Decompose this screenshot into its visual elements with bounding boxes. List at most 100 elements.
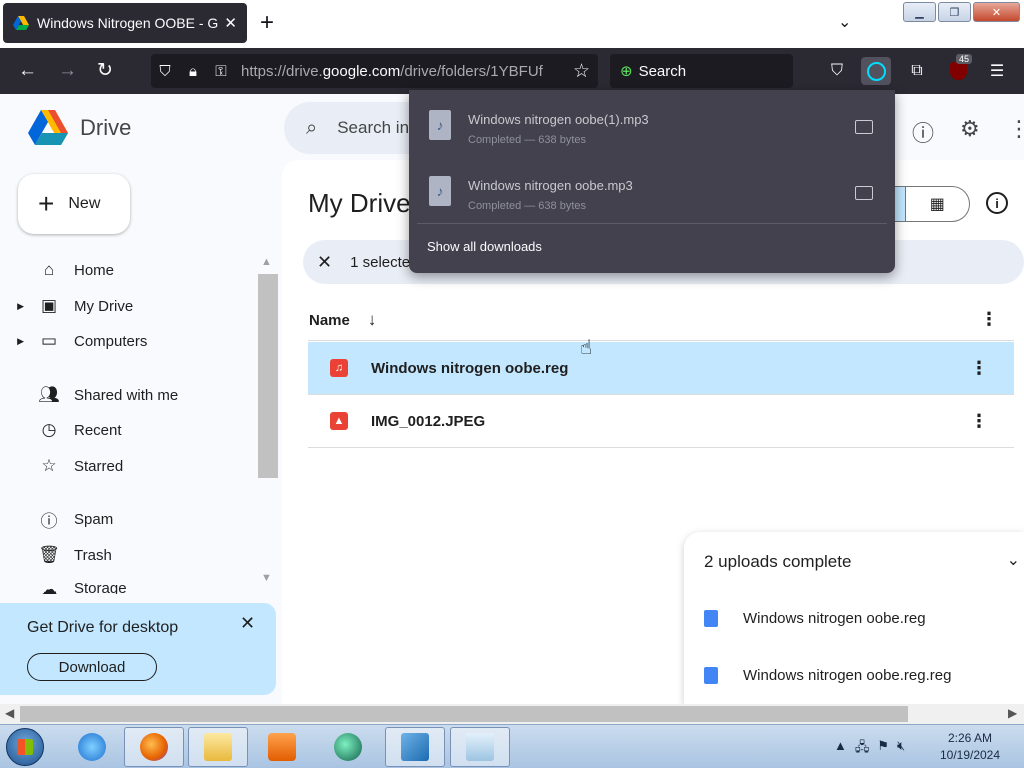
row-more-actions-icon[interactable]: ⋮ <box>970 411 988 432</box>
sidebar-item-shared-with-me[interactable]: 👥︎ Shared with me <box>0 379 250 411</box>
ublock-origin-button[interactable]: 45 <box>943 54 973 85</box>
url-text[interactable]: https://drive.google.com/drive/folders/1… <box>241 63 547 80</box>
network-icon[interactable]: 🖧︎ <box>855 738 870 760</box>
view-details-info-icon[interactable]: i <box>986 192 1008 214</box>
clock-date: 10/19/2024 <box>939 748 1001 762</box>
horizontal-scrollbar[interactable]: ◀ ▶ <box>0 704 1024 724</box>
sidebar-item-starred[interactable]: ☆ Starred <box>0 450 250 482</box>
show-all-downloads-link[interactable]: Show all downloads <box>427 239 542 254</box>
sidebar-item-label: Spam <box>74 510 114 528</box>
sidebar-item-my-drive[interactable]: ▶ ▣ My Drive <box>0 290 250 322</box>
settings-gear-icon[interactable]: ⚙ <box>960 116 980 142</box>
sidebar-scroll-up-icon[interactable]: ▲ <box>261 256 272 268</box>
download-item[interactable]: ♪ Windows nitrogen oobe(1).mp3 Completed… <box>409 94 895 156</box>
promo-close-icon[interactable]: ✕ <box>240 613 255 634</box>
scroll-left-icon[interactable]: ◀ <box>5 706 14 720</box>
expand-caret-icon[interactable]: ▶ <box>0 336 28 347</box>
minimize-button[interactable]: ▁ <box>903 2 936 22</box>
expand-caret-icon[interactable]: ▶ <box>0 301 28 312</box>
sort-arrow-down-icon[interactable]: ↓ <box>368 310 377 330</box>
column-header-name[interactable]: Name ↓ <box>309 310 376 330</box>
downloads-divider <box>417 223 887 224</box>
browser-search-bar[interactable]: ⊕ Search <box>610 54 793 88</box>
downloads-panel: ♪ Windows nitrogen oobe(1).mp3 Completed… <box>409 90 895 273</box>
download-button[interactable]: Download <box>27 653 157 681</box>
tab-drive[interactable]: Windows Nitrogen OOBE - Goo ✕ <box>3 3 247 43</box>
show-in-folder-icon[interactable] <box>855 186 873 200</box>
grid-view-button[interactable]: ▦ <box>906 187 970 221</box>
list-all-tabs-chevron-icon[interactable]: ⌄ <box>838 12 851 32</box>
google-drive-logo-icon <box>28 110 68 145</box>
computers-icon: ▭ <box>40 331 58 350</box>
horizontal-scrollbar-thumb[interactable] <box>20 706 908 722</box>
firefox-icon <box>140 733 168 761</box>
upload-item[interactable]: Windows nitrogen oobe.reg.reg <box>704 667 951 684</box>
clear-selection-icon[interactable]: ✕ <box>317 252 332 273</box>
tracking-protection-shield-icon[interactable]: ⛉ <box>151 63 179 80</box>
pocket-icon[interactable]: ⛉ <box>822 57 852 85</box>
start-button[interactable] <box>6 728 44 766</box>
download-item[interactable]: ♪ Windows nitrogen oobe.mp3 Completed — … <box>409 160 895 222</box>
back-icon[interactable]: ← <box>18 60 37 82</box>
search-icon[interactable]: ⌕ <box>306 117 317 140</box>
taskbar-notepad[interactable] <box>450 727 510 767</box>
new-button[interactable]: + New <box>18 174 130 234</box>
table-row[interactable]: ▲ IMG_0012.JPEG ⋮ <box>308 395 1014 448</box>
drive-logo[interactable]: Drive <box>28 110 131 145</box>
forward-icon[interactable]: → <box>58 60 77 82</box>
get-drive-desktop-promo: Get Drive for desktop ✕ Download <box>0 603 276 695</box>
windows-logo-icon <box>17 739 33 755</box>
taskbar-firefox[interactable] <box>124 727 184 767</box>
notepad-icon <box>466 733 494 761</box>
row-more-actions-icon[interactable]: ⋮ <box>970 358 988 379</box>
table-row[interactable]: ♫ Windows nitrogen oobe.reg ⋮ <box>308 342 1014 395</box>
people-icon: 👥︎ <box>38 385 60 404</box>
collapse-chevron-icon[interactable]: ⌄ <box>1007 550 1020 570</box>
action-center-flag-icon[interactable]: ⚑ <box>877 738 889 760</box>
volume-muted-icon[interactable]: 🔇︎ <box>897 738 905 760</box>
apps-grid-icon[interactable]: ⋮ <box>1008 116 1024 142</box>
upload-item[interactable]: Windows nitrogen oobe.reg <box>704 610 926 627</box>
column-options-kebab-icon[interactable]: ⋮ <box>980 309 998 330</box>
sidebar-scrollbar-thumb[interactable] <box>258 274 278 478</box>
mp3-file-icon: ♪ <box>429 110 451 140</box>
close-window-button[interactable]: ✕ <box>973 2 1020 22</box>
restore-button[interactable]: ❐ <box>938 2 971 22</box>
taskbar-media-player[interactable] <box>252 727 312 767</box>
column-header-label: Name <box>309 311 350 329</box>
url-bar[interactable]: ⛉ 🔒︎ ⚿ https://drive.google.com/drive/fo… <box>151 54 598 88</box>
downloads-button[interactable] <box>861 57 891 85</box>
scroll-right-icon[interactable]: ▶ <box>1008 706 1017 720</box>
help-icon[interactable]: ⓘ <box>912 116 934 148</box>
sidebar-item-spam[interactable]: ⓘ Spam <box>0 503 250 535</box>
browser-search-placeholder: Search <box>638 62 687 80</box>
show-in-folder-icon[interactable] <box>855 120 873 134</box>
taskbar-clock[interactable]: 2:26 AM 10/19/2024 <box>930 730 1010 764</box>
system-tray: ▲ 🖧︎ ⚑ 🔇︎ <box>834 738 905 760</box>
extensions-puzzle-icon[interactable]: ⧉ <box>902 57 932 85</box>
taskbar-registry-editor[interactable] <box>385 727 445 767</box>
tab-close-icon[interactable]: ✕ <box>224 14 237 32</box>
new-button-label: New <box>68 195 101 212</box>
lock-icon[interactable]: 🔒︎ <box>179 63 207 80</box>
file-name: IMG_0012.JPEG <box>371 412 486 430</box>
sidebar-item-storage[interactable]: ☁ Storage <box>0 574 250 594</box>
show-hidden-icons-chevron-icon[interactable]: ▲ <box>834 738 847 760</box>
taskbar-file-explorer[interactable] <box>188 727 248 767</box>
taskbar-app-teal[interactable] <box>318 727 378 767</box>
sidebar-item-computers[interactable]: ▶ ▭ Computers <box>0 325 250 357</box>
page-title[interactable]: My Drive <box>308 188 411 219</box>
downloads-progress-icon <box>866 61 886 81</box>
sidebar-item-home[interactable]: ⌂ Home <box>0 254 250 286</box>
hamburger-menu-icon[interactable]: ☰ <box>982 57 1012 85</box>
reload-icon[interactable]: ↻ <box>97 60 113 82</box>
key-icon[interactable]: ⚿ <box>207 63 235 80</box>
sidebar-item-trash[interactable]: 🗑︎ Trash <box>0 539 250 571</box>
image-file-icon: ▲ <box>330 412 348 430</box>
new-tab-button[interactable]: + <box>260 10 274 36</box>
sidebar-scroll-down-icon[interactable]: ▼ <box>261 572 272 584</box>
taskbar-internet-explorer[interactable] <box>62 727 122 767</box>
sidebar-item-recent[interactable]: ◷ Recent <box>0 414 250 446</box>
google-drive-favicon <box>13 16 29 30</box>
bookmark-star-icon[interactable]: ☆ <box>573 60 590 83</box>
